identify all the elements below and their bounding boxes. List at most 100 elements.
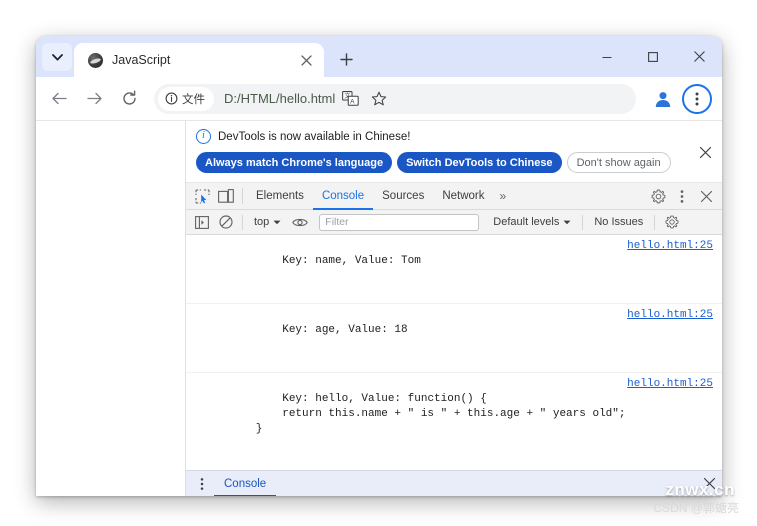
devtools-panel: i DevTools is now available in Chinese! … bbox=[186, 121, 722, 496]
log-levels-selector[interactable]: Default levels bbox=[488, 213, 576, 232]
window-controls bbox=[584, 36, 722, 77]
new-tab-button[interactable] bbox=[332, 45, 360, 73]
gear-icon bbox=[651, 189, 665, 203]
web-page-viewport[interactable] bbox=[36, 121, 186, 496]
window-minimize-button[interactable] bbox=[584, 36, 630, 77]
browser-window: JavaScript 文件 D:/HTML/hello.html 文 A i D… bbox=[36, 36, 722, 496]
infobar-close-button[interactable] bbox=[696, 143, 714, 161]
caret-down-icon bbox=[273, 220, 281, 224]
close-icon bbox=[700, 190, 712, 202]
inspect-element-icon bbox=[194, 188, 210, 204]
console-message[interactable]: Key: name, Value: Tom hello.html:25 bbox=[186, 235, 722, 304]
screenshot-root: JavaScript 文件 D:/HTML/hello.html 文 A i D… bbox=[0, 0, 757, 526]
log-levels-label: Default levels bbox=[493, 216, 560, 228]
live-expression-button[interactable] bbox=[289, 212, 310, 233]
translate-icon: 文 A bbox=[341, 91, 359, 106]
console-filter-input[interactable] bbox=[319, 213, 480, 231]
toolbar-divider bbox=[242, 188, 243, 204]
console-output[interactable]: Key: name, Value: Tom hello.html:25 Key:… bbox=[186, 235, 722, 470]
star-icon bbox=[372, 91, 387, 105]
switch-devtools-language-button[interactable]: Switch DevTools to Chinese bbox=[397, 152, 562, 173]
drawer-close-button[interactable] bbox=[703, 477, 716, 490]
minimize-icon bbox=[602, 56, 612, 58]
infobar-message: DevTools is now available in Chinese! bbox=[218, 130, 411, 143]
gear-icon bbox=[665, 215, 679, 229]
translate-button[interactable]: 文 A bbox=[336, 85, 364, 113]
live-expression-eye-icon bbox=[291, 218, 308, 226]
arrow-right-icon bbox=[86, 92, 102, 105]
back-button[interactable] bbox=[44, 84, 74, 114]
console-sidebar-icon bbox=[194, 215, 209, 229]
devtools-menu-button[interactable] bbox=[670, 184, 694, 208]
info-circle-icon bbox=[165, 92, 178, 105]
infobar-button-row: Always match Chrome's language Switch De… bbox=[196, 152, 712, 173]
tab-close-button[interactable] bbox=[296, 50, 316, 70]
console-toolbar: top Default levels bbox=[186, 210, 722, 235]
clear-console-icon bbox=[218, 215, 233, 229]
address-bar[interactable]: 文件 D:/HTML/hello.html 文 A bbox=[154, 83, 636, 114]
console-sidebar-button[interactable] bbox=[191, 212, 212, 233]
javascript-globe-icon bbox=[88, 52, 103, 68]
devtools-close-button[interactable] bbox=[694, 184, 718, 208]
account-avatar-icon bbox=[655, 91, 671, 107]
dont-show-again-button[interactable]: Don't show again bbox=[566, 152, 671, 173]
drawer-menu-button[interactable] bbox=[190, 472, 214, 496]
console-message-text: Key: age, Value: 18 bbox=[282, 324, 408, 336]
execution-context-label: top bbox=[254, 216, 270, 228]
tab-title: JavaScript bbox=[112, 53, 171, 67]
infobar-message-row: i DevTools is now available in Chinese! bbox=[196, 129, 712, 144]
reload-button[interactable] bbox=[114, 84, 144, 114]
tab-search-button[interactable] bbox=[42, 43, 72, 71]
watermark-secondary: CSDN @郭螗亮 bbox=[653, 501, 739, 515]
console-message-source[interactable]: hello.html:25 bbox=[627, 308, 713, 323]
console-message-source[interactable]: hello.html:25 bbox=[627, 377, 713, 392]
window-close-button[interactable] bbox=[676, 36, 722, 77]
browser-toolbar: 文件 D:/HTML/hello.html 文 A bbox=[36, 77, 722, 121]
console-message[interactable]: Key: hello, Value: function() { return t… bbox=[186, 373, 722, 470]
caret-down-icon bbox=[563, 220, 571, 224]
maximize-icon bbox=[648, 51, 658, 62]
three-dot-menu-icon bbox=[200, 477, 204, 490]
profile-button[interactable] bbox=[648, 84, 678, 114]
console-message[interactable]: Key: age, Value: 18 hello.html:25 bbox=[186, 304, 722, 373]
devtools-tabbar: Elements Console Sources Network » bbox=[186, 183, 722, 210]
site-info-chip[interactable]: 文件 bbox=[158, 86, 214, 111]
console-message-text: Key: name, Value: Tom bbox=[282, 255, 421, 267]
console-message-source[interactable]: hello.html:25 bbox=[627, 239, 713, 254]
close-icon bbox=[703, 477, 716, 490]
three-dot-menu-icon bbox=[680, 189, 684, 203]
issues-status[interactable]: No Issues bbox=[589, 216, 648, 228]
tab-elements[interactable]: Elements bbox=[247, 183, 313, 210]
devtools-drawer: Console bbox=[186, 470, 722, 496]
tab-console[interactable]: Console bbox=[313, 183, 373, 210]
device-toolbar-button[interactable] bbox=[214, 184, 238, 208]
drawer-tab-console[interactable]: Console bbox=[214, 471, 276, 497]
info-circle-icon: i bbox=[196, 129, 211, 144]
chevron-down-icon bbox=[51, 53, 63, 60]
arrow-left-icon bbox=[51, 92, 67, 105]
three-dot-menu-icon bbox=[695, 92, 699, 105]
device-toolbar-icon bbox=[218, 189, 234, 203]
tab-sources[interactable]: Sources bbox=[373, 183, 433, 210]
clear-console-button[interactable] bbox=[215, 212, 236, 233]
devtools-locale-infobar: i DevTools is now available in Chinese! … bbox=[186, 121, 722, 183]
svg-text:A: A bbox=[350, 98, 355, 105]
more-tabs-button[interactable]: » bbox=[494, 189, 513, 203]
execution-context-selector[interactable]: top bbox=[249, 213, 286, 232]
bookmark-star-button[interactable] bbox=[365, 85, 393, 113]
always-match-language-button[interactable]: Always match Chrome's language bbox=[196, 152, 393, 173]
browser-tab[interactable]: JavaScript bbox=[74, 43, 324, 77]
close-icon bbox=[699, 146, 711, 158]
devtools-settings-button[interactable] bbox=[646, 184, 670, 208]
toolbar-divider bbox=[242, 214, 243, 230]
address-bar-url: D:/HTML/hello.html bbox=[224, 91, 336, 106]
close-icon bbox=[693, 51, 705, 62]
window-maximize-button[interactable] bbox=[630, 36, 676, 77]
console-settings-button[interactable] bbox=[661, 212, 682, 233]
tab-network[interactable]: Network bbox=[433, 183, 493, 210]
forward-button[interactable] bbox=[79, 84, 109, 114]
console-message-text: Key: hello, Value: function() { return t… bbox=[255, 393, 626, 435]
inspect-element-button[interactable] bbox=[190, 184, 214, 208]
reload-icon bbox=[122, 90, 136, 105]
browser-menu-button[interactable] bbox=[682, 83, 712, 114]
